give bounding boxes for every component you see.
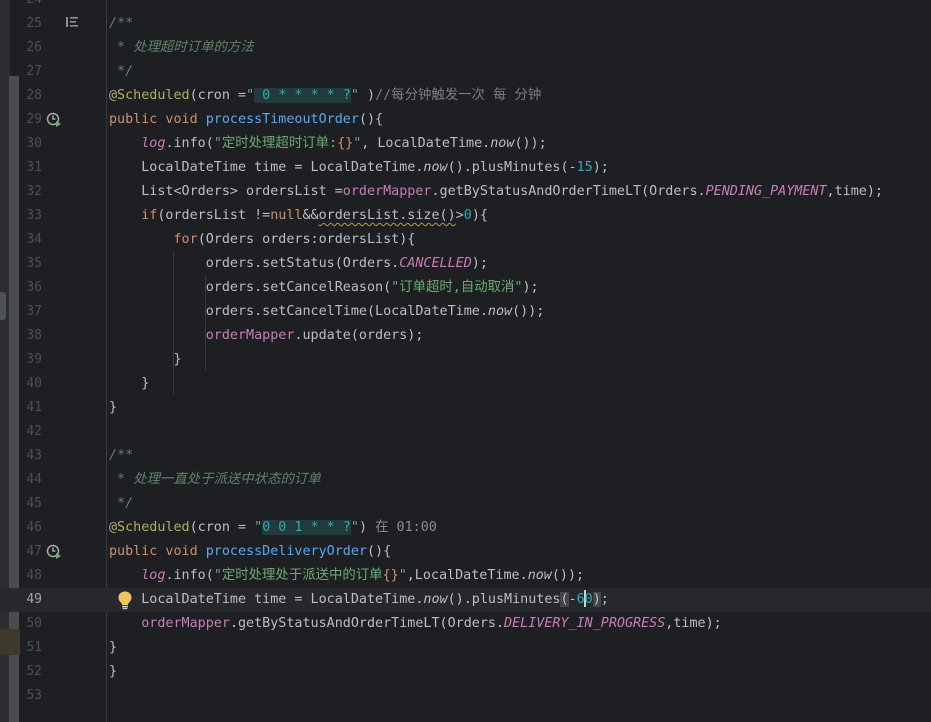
code-line[interactable]: 51} <box>0 636 931 660</box>
code-line[interactable]: 27 */ <box>0 60 931 84</box>
run-gutter-icon[interactable] <box>45 543 63 561</box>
code-line[interactable]: 33 if(ordersList !=null&&ordersList.size… <box>0 204 931 228</box>
structure-icon[interactable] <box>65 15 79 29</box>
line-number: 25 <box>26 16 42 31</box>
code-line[interactable]: 29 public void processTimeoutOrder(){ <box>0 108 931 132</box>
line-number: 34 <box>26 232 42 247</box>
line-number: 46 <box>26 520 42 535</box>
line-number: 49 <box>26 592 42 607</box>
code-line[interactable]: 37 orders.setCancelTime(LocalDateTime.no… <box>0 300 931 324</box>
code-text[interactable]: List<Orders> ordersList =orderMapper.get… <box>109 180 883 204</box>
code-line[interactable]: 31 LocalDateTime time = LocalDateTime.no… <box>0 156 931 180</box>
code-line[interactable]: 25 /** <box>0 12 931 36</box>
code-line[interactable]: 30 log.info("定时处理超时订单:{}", LocalDateTime… <box>0 132 931 156</box>
line-number: 47 <box>26 544 42 559</box>
line-number: 41 <box>26 400 42 415</box>
code-line[interactable]: 45 */ <box>0 492 931 516</box>
line-number: 28 <box>26 88 42 103</box>
line-number: 44 <box>26 472 42 487</box>
line-number: 29 <box>26 112 42 127</box>
line-number: 43 <box>26 448 42 463</box>
code-line[interactable]: 28 @Scheduled(cron =" 0 * * * * ?" )//每分钟… <box>0 84 931 108</box>
lightbulb-icon[interactable] <box>116 590 134 610</box>
line-number: 36 <box>26 280 42 295</box>
code-text[interactable]: public void processTimeoutOrder(){ <box>109 108 383 132</box>
line-number: 39 <box>26 352 42 367</box>
code-line[interactable]: 40 } <box>0 372 931 396</box>
code-text[interactable]: } <box>109 396 117 420</box>
code-text[interactable]: /** <box>109 12 133 36</box>
code-text[interactable]: } <box>109 348 181 372</box>
code-text[interactable]: LocalDateTime time = LocalDateTime.now()… <box>109 156 609 180</box>
line-number: 45 <box>26 496 42 511</box>
code-text[interactable]: orders.setStatus(Orders.CANCELLED); <box>109 252 488 276</box>
indent-guide <box>173 250 174 394</box>
code-text[interactable]: /** <box>109 444 133 468</box>
code-line[interactable]: 39 } <box>0 348 931 372</box>
line-number: 40 <box>26 376 42 391</box>
code-line[interactable]: 36 orders.setCancelReason("订单超时,自动取消"); <box>0 276 931 300</box>
code-line[interactable]: 41} <box>0 396 931 420</box>
code-text[interactable]: * 处理超时订单的方法 <box>109 36 254 60</box>
line-number: 26 <box>26 40 42 55</box>
code-text[interactable]: if(ordersList !=null&&ordersList.size()>… <box>109 204 488 228</box>
code-text[interactable]: orderMapper.getByStatusAndOrderTimeLT(Or… <box>109 612 721 636</box>
code-line[interactable]: 49 LocalDateTime time = LocalDateTime.no… <box>0 588 931 612</box>
code-line[interactable]: 34 for(Orders orders:ordersList){ <box>0 228 931 252</box>
line-number: 48 <box>26 568 42 583</box>
code-text[interactable]: log.info("定时处理超时订单:{}", LocalDateTime.no… <box>109 132 546 156</box>
code-line[interactable]: 42 <box>0 420 931 444</box>
line-number: 30 <box>26 136 42 151</box>
indent-guide <box>205 274 206 370</box>
code-line[interactable]: 32 List<Orders> ordersList =orderMapper.… <box>0 180 931 204</box>
code-text[interactable]: log.info("定时处理处于派送中的订单{}",LocalDateTime.… <box>109 564 584 588</box>
code-line[interactable]: 48 log.info("定时处理处于派送中的订单{}",LocalDateTi… <box>0 564 931 588</box>
line-number: 38 <box>26 328 42 343</box>
code-line[interactable]: 26 * 处理超时订单的方法 <box>0 36 931 60</box>
code-text[interactable]: LocalDateTime time = LocalDateTime.now()… <box>109 588 609 612</box>
code-text[interactable]: } <box>109 636 117 660</box>
code-line[interactable]: 52} <box>0 660 931 684</box>
line-number: 35 <box>26 256 42 271</box>
line-number: 31 <box>26 160 42 175</box>
line-number: 33 <box>26 208 42 223</box>
code-text[interactable]: */ <box>109 492 133 516</box>
line-number: 24 <box>20 0 42 12</box>
run-gutter-icon[interactable] <box>45 111 63 129</box>
line-number: 32 <box>26 184 42 199</box>
code-line[interactable]: 38 orderMapper.update(orders); <box>0 324 931 348</box>
code-line[interactable]: 47 public void processDeliveryOrder(){ <box>0 540 931 564</box>
code-line[interactable]: 35 orders.setStatus(Orders.CANCELLED); <box>0 252 931 276</box>
line-number: 50 <box>26 616 42 631</box>
code-line[interactable]: 44 * 处理一直处于派送中状态的订单 <box>0 468 931 492</box>
code-line[interactable]: 24 <box>0 0 931 12</box>
code-text[interactable]: * 处理一直处于派送中状态的订单 <box>109 468 321 492</box>
code-text[interactable]: @Scheduled(cron = "0 0 1 * * ?") 在 01:00 <box>109 516 437 540</box>
code-line[interactable]: 43 /** <box>0 444 931 468</box>
code-line[interactable]: 53 <box>0 684 931 708</box>
line-number: 53 <box>26 688 42 703</box>
code-text[interactable]: public void processDeliveryOrder(){ <box>109 540 391 564</box>
code-line[interactable]: 46 @Scheduled(cron = "0 0 1 * * ?") 在 01:… <box>0 516 931 540</box>
line-number: 52 <box>26 664 42 679</box>
code-text[interactable]: } <box>109 372 149 396</box>
code-text[interactable]: */ <box>109 60 133 84</box>
code-text[interactable]: for(Orders orders:ordersList){ <box>109 228 416 252</box>
code-line[interactable]: 50 orderMapper.getByStatusAndOrderTimeLT… <box>0 612 931 636</box>
code-text[interactable]: } <box>109 660 117 684</box>
code-text[interactable]: orderMapper.update(orders); <box>109 324 424 348</box>
line-number: 51 <box>26 640 42 655</box>
line-number: 27 <box>26 64 42 79</box>
line-number: 37 <box>26 304 42 319</box>
line-number: 42 <box>26 424 42 439</box>
code-text[interactable]: @Scheduled(cron =" 0 * * * * ?" )//每分钟触发… <box>109 84 541 108</box>
code-text[interactable]: orders.setCancelTime(LocalDateTime.now()… <box>109 300 545 324</box>
